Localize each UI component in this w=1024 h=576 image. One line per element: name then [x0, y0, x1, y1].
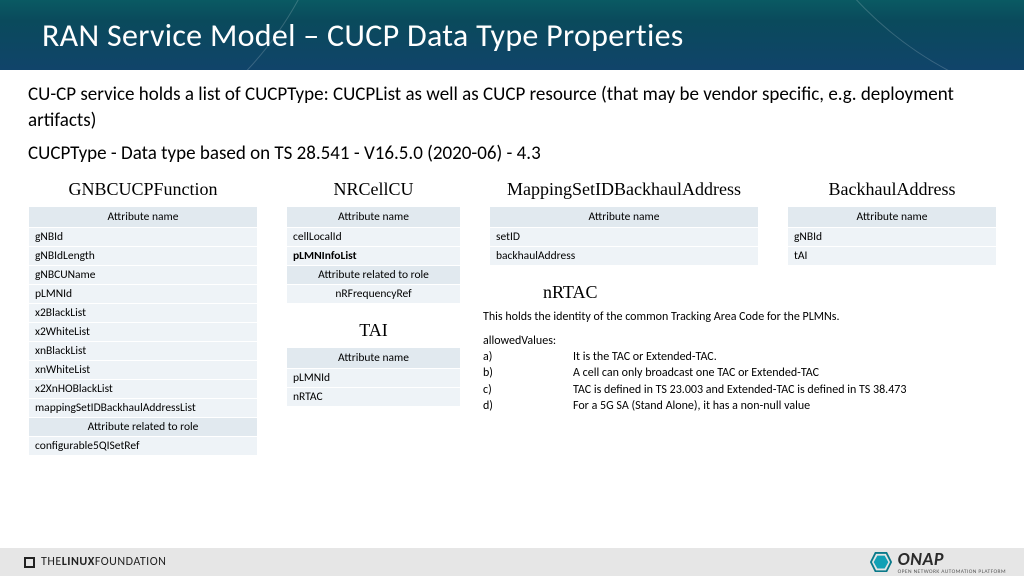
attr-header: Attribute name	[490, 206, 759, 227]
nrcellcu-table: Attribute name cellLocalId pLMNInfoList …	[286, 206, 461, 304]
nrtac-allowed-label: allowedValues:	[483, 333, 963, 349]
table-row: xnWhiteList	[29, 360, 258, 379]
footer-bar: THELINUXFOUNDATION ONAP OPEN NETWORK AUT…	[0, 548, 1024, 576]
lf-foundation: FOUNDATION	[95, 555, 167, 569]
table-row: gNBIdLength	[29, 246, 258, 265]
onap-text: ONAP	[898, 548, 1006, 570]
table-row: nRTAC	[287, 387, 461, 406]
intro-line-2: CUCPType - Data type based on TS 28.541 …	[28, 141, 996, 167]
tai-table: Attribute name pLMNId nRTAC	[286, 347, 461, 407]
table-row: setID	[490, 227, 759, 246]
backhaul-table: Attribute name gNBId tAI	[787, 206, 997, 266]
slide-body: CU-CP service holds a list of CUCPType: …	[0, 70, 1024, 548]
title-bar: RAN Service Model – CUCP Data Type Prope…	[0, 0, 1024, 70]
gnbcucp-title: GNBCUCPFunction	[28, 179, 258, 200]
tables-grid: GNBCUCPFunction Attribute name gNBId gNB…	[28, 179, 996, 456]
table-row: x2BlackList	[29, 303, 258, 322]
nrtac-desc: This holds the identity of the common Tr…	[483, 309, 963, 325]
nrtac-text: This holds the identity of the common Tr…	[483, 309, 963, 414]
attr-header: Attribute name	[287, 347, 461, 368]
lf-linux: LINUX	[62, 555, 95, 569]
tai-section: TAI Attribute name pLMNId nRTAC	[286, 320, 461, 407]
tai-title: TAI	[286, 320, 461, 341]
table-row: mappingSetIDBackhaulAddressList	[29, 398, 258, 417]
table-row: pLMNId	[287, 368, 461, 387]
nrtac-opt-a: a)It is the TAC or Extended-TAC.	[483, 349, 963, 365]
table-row: gNBId	[29, 227, 258, 246]
attr-role-header: Attribute related to role	[287, 265, 461, 284]
nrcellcu-title: NRCellCU	[286, 179, 461, 200]
nrtac-opt-c: c)TAC is defined in TS 23.003 and Extend…	[483, 382, 963, 398]
table-row: gNBCUName	[29, 265, 258, 284]
table-row: tAI	[788, 246, 997, 265]
nrtac-section: nRTAC This holds the identity of the com…	[483, 282, 963, 414]
slide-title: RAN Service Model – CUCP Data Type Prope…	[42, 16, 684, 55]
lf-square-icon	[24, 557, 35, 568]
attr-role-header: Attribute related to role	[29, 417, 258, 436]
gnbcucp-table: Attribute name gNBId gNBIdLength gNBCUNa…	[28, 206, 258, 456]
attr-header: Attribute name	[788, 206, 997, 227]
onap-hex-icon	[870, 552, 892, 572]
mapping-title: MappingSetIDBackhaulAddress	[489, 179, 759, 200]
nrtac-title: nRTAC	[483, 282, 963, 303]
onap-subtext: OPEN NETWORK AUTOMATION PLATFORM	[898, 570, 1006, 576]
mapping-column: MappingSetIDBackhaulAddress Attribute na…	[489, 179, 759, 414]
nrtac-opt-b: b)A cell can only broadcast one TAC or E…	[483, 365, 963, 381]
table-row: xnBlackList	[29, 341, 258, 360]
backhaul-title: BackhaulAddress	[787, 179, 997, 200]
slide: RAN Service Model – CUCP Data Type Prope…	[0, 0, 1024, 576]
linux-foundation-logo: THELINUXFOUNDATION	[24, 555, 166, 569]
table-row: pLMNInfoList	[287, 246, 461, 265]
gnbcucp-column: GNBCUCPFunction Attribute name gNBId gNB…	[28, 179, 258, 456]
nrcellcu-column: NRCellCU Attribute name cellLocalId pLMN…	[286, 179, 461, 407]
attr-header: Attribute name	[287, 206, 461, 227]
table-row: x2XnHOBlackList	[29, 379, 258, 398]
table-row: pLMNId	[29, 284, 258, 303]
lf-the: THE	[41, 555, 62, 569]
attr-header: Attribute name	[29, 206, 258, 227]
backhaul-column: BackhaulAddress Attribute name gNBId tAI	[787, 179, 997, 266]
nrtac-opt-d: d)For a 5G SA (Stand Alone), it has a no…	[483, 398, 963, 414]
mapping-table: Attribute name setID backhaulAddress	[489, 206, 759, 266]
intro-line-1: CU-CP service holds a list of CUCPType: …	[28, 82, 996, 133]
table-row: configurable5QISetRef	[29, 436, 258, 455]
onap-logo: ONAP OPEN NETWORK AUTOMATION PLATFORM	[870, 548, 1006, 576]
table-row: x2WhiteList	[29, 322, 258, 341]
table-row: cellLocalId	[287, 227, 461, 246]
table-row: nRFrequencyRef	[287, 284, 461, 303]
table-row: backhaulAddress	[490, 246, 759, 265]
table-row: gNBId	[788, 227, 997, 246]
